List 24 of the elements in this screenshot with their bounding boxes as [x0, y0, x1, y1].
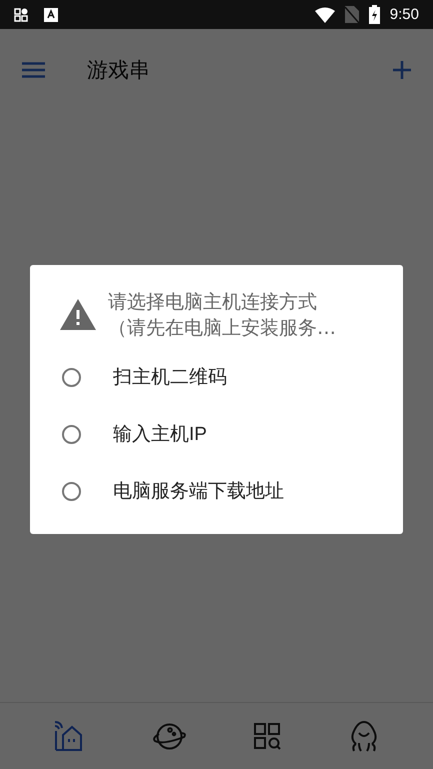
keyboard-notification-icon — [44, 8, 58, 22]
app-title: 游戏串 — [87, 56, 151, 84]
clock: 9:50 — [390, 6, 419, 23]
dialog-message: 请选择电脑主机连接方式 — [108, 290, 318, 314]
apps-search-icon — [254, 722, 282, 750]
radio-button[interactable] — [62, 424, 81, 444]
radio-button[interactable] — [62, 482, 81, 500]
menu-icon[interactable] — [22, 62, 45, 78]
planet-tab[interactable] — [150, 720, 188, 752]
planet-icon — [150, 720, 188, 752]
home-tab[interactable] — [53, 720, 84, 752]
option-item[interactable]: 电脑服务端下载地址 — [30, 462, 403, 520]
wifi-icon — [314, 6, 335, 22]
option-item[interactable]: 扫主机二维码 — [30, 348, 403, 406]
add-icon[interactable] — [393, 60, 411, 78]
dialog-message: （请先在电脑上安装服务… — [108, 316, 336, 340]
apps-notification-icon — [14, 8, 28, 22]
option-item[interactable]: 输入主机IP — [30, 406, 403, 462]
radio-button[interactable] — [62, 368, 81, 386]
battery-charging-icon — [368, 5, 380, 24]
warning-icon — [60, 299, 96, 330]
apps-tab[interactable] — [254, 722, 282, 750]
house-icon — [53, 720, 84, 752]
no-sim-icon — [344, 6, 359, 23]
